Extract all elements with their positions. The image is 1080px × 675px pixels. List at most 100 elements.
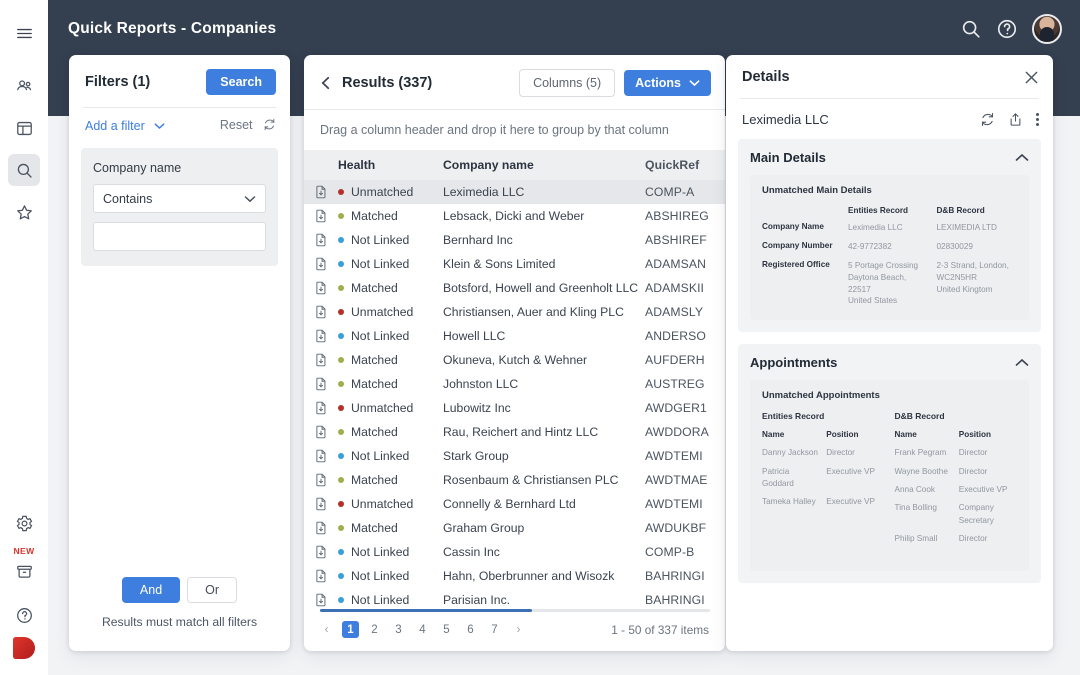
table-row[interactable]: UnmatchedChristiansen, Auer and Kling PL… [304, 300, 725, 324]
table-row[interactable]: Not LinkedHahn, Oberbrunner and WisozkBA… [304, 564, 725, 588]
pagination-page[interactable]: 6 [462, 621, 479, 638]
pagination-info: 1 - 50 of 337 items [611, 623, 709, 637]
table-row[interactable]: Not LinkedBernhard IncABSHIREF [304, 228, 725, 252]
document-icon[interactable] [304, 545, 338, 559]
and-toggle-button[interactable]: And [122, 577, 180, 603]
columns-button[interactable]: Columns (5) [519, 69, 615, 97]
avatar[interactable] [1032, 14, 1062, 44]
document-icon[interactable] [304, 377, 338, 391]
filter-value-input[interactable] [93, 222, 266, 251]
document-icon[interactable] [304, 305, 338, 319]
table-row[interactable]: MatchedOkuneva, Kutch & WehnerAUFDERH [304, 348, 725, 372]
table-col-quickref[interactable]: QuickRef [645, 158, 725, 172]
table-row[interactable]: UnmatchedLubowitz IncAWDGER1 [304, 396, 725, 420]
document-icon[interactable] [304, 569, 338, 583]
new-badge: NEW [13, 546, 34, 556]
document-icon[interactable] [304, 425, 338, 439]
document-icon[interactable] [304, 209, 338, 223]
pagination-page[interactable]: 2 [366, 621, 383, 638]
sidebar-item-archive[interactable]: NEW [8, 555, 40, 587]
table-row[interactable]: Not LinkedKlein & Sons LimitedADAMSAN [304, 252, 725, 276]
sidebar-item-favourites[interactable] [8, 196, 40, 228]
row-health: Unmatched [338, 185, 443, 199]
reset-button[interactable]: Reset [220, 118, 276, 134]
table-row[interactable]: MatchedRosenbaum & Christiansen PLCAWDTM… [304, 468, 725, 492]
page-title: Quick Reports - Companies [68, 20, 276, 38]
row-health: Matched [338, 473, 443, 487]
pagination-prev[interactable]: ‹ [318, 621, 335, 638]
sidebar-item-settings[interactable] [8, 507, 40, 539]
status-dot [338, 597, 344, 603]
pagination-next[interactable]: › [510, 621, 527, 638]
document-icon[interactable] [304, 497, 338, 511]
appointments-entities-group: Entities Record Name Position Danny Jack… [762, 411, 885, 551]
document-icon[interactable] [304, 353, 338, 367]
table-row[interactable]: MatchedBotsford, Howell and Greenholt LL… [304, 276, 725, 300]
table-header-row: Health Company name QuickRef [304, 150, 725, 180]
filter-field-label: Company name [93, 161, 266, 175]
search-icon[interactable] [960, 18, 982, 40]
sidebar-item-help[interactable] [8, 599, 40, 631]
document-icon[interactable] [304, 593, 338, 607]
details-header: Details [726, 55, 1053, 85]
sidebar-item-people[interactable] [8, 70, 40, 102]
close-icon[interactable] [1024, 70, 1039, 85]
table-row[interactable]: MatchedRau, Reichert and Hintz LLCAWDDOR… [304, 420, 725, 444]
table-row[interactable]: UnmatchedConnelly & Bernhard LtdAWDTEMI [304, 492, 725, 516]
more-vertical-icon[interactable] [1036, 113, 1039, 126]
filter-operator-select[interactable]: Contains [93, 184, 266, 213]
document-icon[interactable] [304, 281, 338, 295]
pagination-page[interactable]: 3 [390, 621, 407, 638]
row-quickref: COMP-B [645, 545, 725, 559]
table-row[interactable]: UnmatchedLeximedia LLCCOMP-A [304, 180, 725, 204]
table-col-company-name[interactable]: Company name [443, 158, 645, 172]
document-icon[interactable] [304, 185, 338, 199]
document-icon[interactable] [304, 233, 338, 247]
refresh-icon[interactable] [980, 112, 995, 127]
appointments-title: Appointments [750, 355, 837, 370]
main-details-dnb-value: 2-3 Strand, London,WC2N5HRUnited Kingtom [937, 260, 1018, 308]
row-health-label: Unmatched [351, 305, 413, 319]
appointments-dnb-col-position: Position [959, 430, 1017, 439]
chevron-up-icon[interactable] [1015, 358, 1029, 367]
row-company-name: Leximedia LLC [443, 185, 645, 199]
row-health-label: Matched [351, 521, 398, 535]
table-col-health[interactable]: Health [338, 158, 443, 172]
actions-button[interactable]: Actions [624, 70, 711, 96]
add-filter-button[interactable]: Add a filter [85, 119, 165, 133]
table-row[interactable]: Not LinkedStark GroupAWDTEMI [304, 444, 725, 468]
horizontal-scrollbar[interactable] [320, 609, 710, 612]
document-icon[interactable] [304, 401, 338, 415]
sidebar-item-dashboard[interactable] [8, 112, 40, 144]
document-icon[interactable] [304, 329, 338, 343]
pagination-page[interactable]: 4 [414, 621, 431, 638]
pagination-page[interactable]: 7 [486, 621, 503, 638]
hamburger-menu-icon[interactable] [8, 10, 40, 42]
chevron-up-icon[interactable] [1015, 153, 1029, 162]
document-icon[interactable] [304, 473, 338, 487]
search-button[interactable]: Search [206, 69, 276, 95]
document-icon[interactable] [304, 521, 338, 535]
table-row[interactable]: MatchedLebsack, Dicki and WeberABSHIREG [304, 204, 725, 228]
share-icon[interactable] [1008, 112, 1023, 127]
sidebar-item-search[interactable] [8, 154, 40, 186]
back-chevron-icon[interactable] [319, 76, 333, 90]
appointments-entities-col-position: Position [826, 430, 884, 439]
group-by-dropzone[interactable]: Drag a column header and drop it here to… [304, 110, 725, 150]
table-row[interactable]: Not LinkedCassin IncCOMP-B [304, 540, 725, 564]
results-title: Results (337) [342, 75, 432, 91]
details-record-actions [980, 112, 1039, 127]
row-quickref: ADAMSAN [645, 257, 725, 271]
row-company-name: Klein & Sons Limited [443, 257, 645, 271]
table-row[interactable]: MatchedJohnston LLCAUSTREG [304, 372, 725, 396]
table-row[interactable]: MatchedGraham GroupAWDUKBF [304, 516, 725, 540]
document-icon[interactable] [304, 449, 338, 463]
help-circle-icon[interactable] [996, 18, 1018, 40]
pagination-page[interactable]: 5 [438, 621, 455, 638]
document-icon[interactable] [304, 257, 338, 271]
or-toggle-button[interactable]: Or [187, 577, 237, 603]
pagination-page[interactable]: 1 [342, 621, 359, 638]
table-row[interactable]: Not LinkedHowell LLCANDERSO [304, 324, 725, 348]
brand-logo-icon[interactable] [13, 637, 35, 659]
appointment-position: Director [826, 447, 884, 459]
